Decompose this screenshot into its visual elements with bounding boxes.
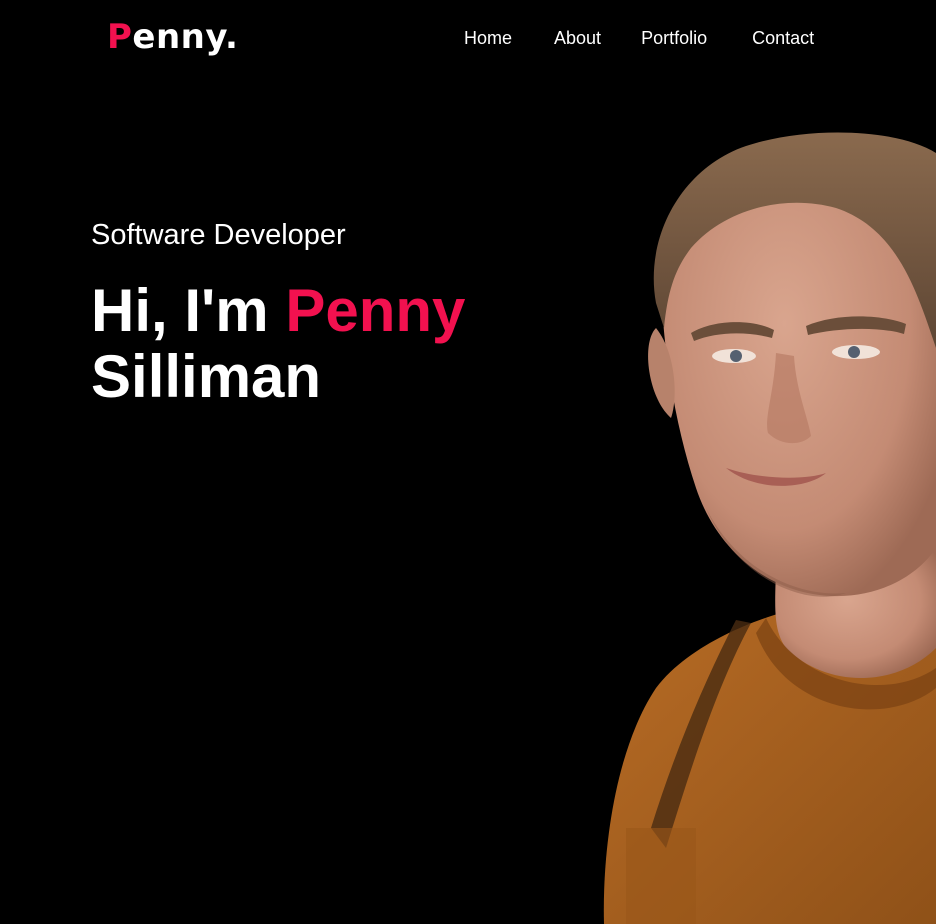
hero-greeting: Hi, I'm [91,277,269,344]
nav-link-contact[interactable]: Contact [752,26,814,50]
logo-link[interactable]: Penny. [107,13,238,61]
nav-link-about[interactable]: About [554,26,601,50]
logo-first-letter: P [107,17,133,57]
portrait-photo [596,128,936,924]
nav-links: Home About Portfolio Contact [464,26,814,50]
nav-link-home[interactable]: Home [464,26,512,50]
hero-heading: Hi, I'm Penny Silliman [91,278,591,410]
nav-link-portfolio[interactable]: Portfolio [641,26,707,50]
logo-rest: enny [132,17,225,57]
hero-subtitle: Software Developer [91,219,346,251]
hero-last-name: Silliman [91,343,322,410]
navbar: Penny. Home About Portfolio Contact [0,0,936,76]
logo-dot: . [224,17,239,57]
hero-first-name: Penny [285,277,466,344]
hero-section: Software Developer Hi, I'm Penny Sillima… [91,216,591,410]
